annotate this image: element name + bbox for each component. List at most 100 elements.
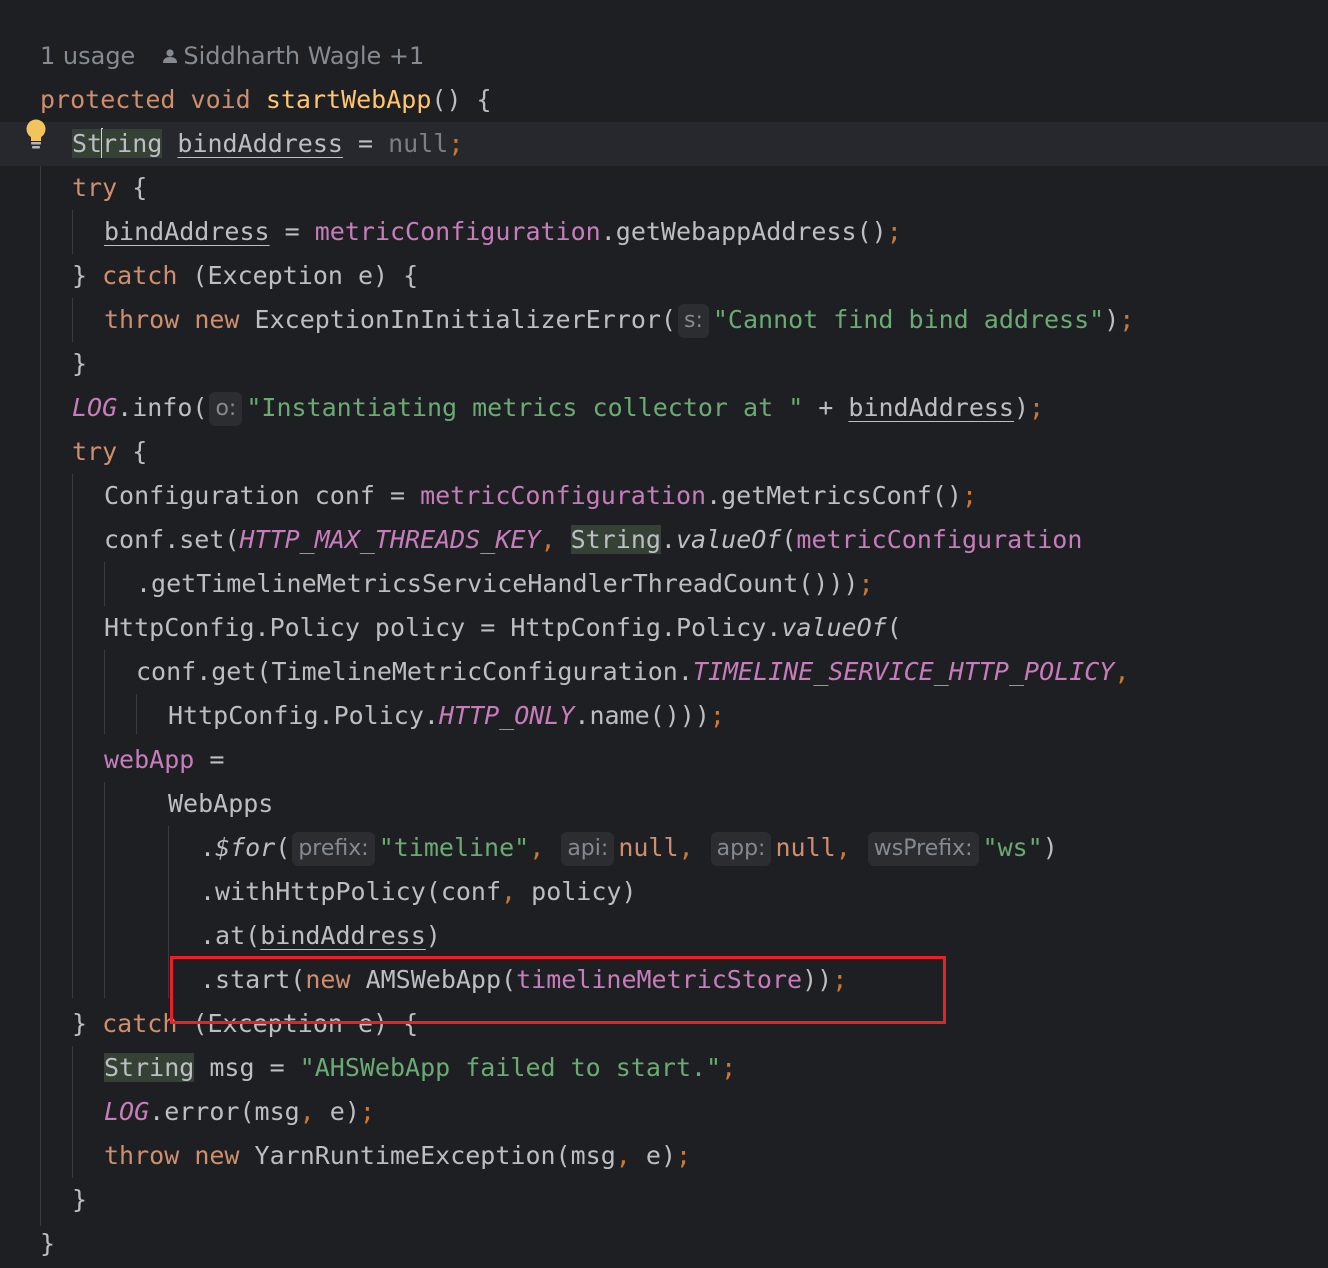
code-line[interactable]: WebApps: [0, 782, 1328, 826]
code-line[interactable]: }: [0, 342, 1328, 386]
code-line-text[interactable]: }: [72, 342, 87, 386]
code-token: $for: [215, 833, 276, 862]
code-token: (: [781, 525, 797, 554]
code-token: null: [388, 129, 449, 158]
code-line[interactable]: } catch (Exception e) {: [0, 254, 1328, 298]
code-token: webApp: [104, 745, 195, 774]
code-line[interactable]: try {: [0, 430, 1328, 474]
code-token: }: [40, 1229, 56, 1258]
code-line-text[interactable]: } catch (Exception e) {: [72, 254, 418, 298]
usages-hint[interactable]: 1 usage: [40, 42, 135, 70]
code-line[interactable]: HttpConfig.Policy policy = HttpConfig.Po…: [0, 606, 1328, 650]
code-token: ): [1013, 393, 1030, 422]
code-line-text[interactable]: bindAddress = metricConfiguration.getWeb…: [104, 210, 902, 254]
code-line-text[interactable]: throw new YarnRuntimeException(msg, e);: [104, 1134, 691, 1178]
code-line[interactable]: .withHttpPolicy(conf, policy): [0, 870, 1328, 914]
code-token: (: [886, 613, 902, 642]
code-token: Configuration conf =: [104, 481, 421, 510]
code-line[interactable]: webApp =: [0, 738, 1328, 782]
code-token: try: [72, 173, 118, 202]
code-line[interactable]: throw new YarnRuntimeException(msg, e);: [0, 1134, 1328, 1178]
code-line-text[interactable]: .start(new AMSWebApp(timelineMetricStore…: [200, 958, 847, 1002]
code-line-text[interactable]: } catch (Exception e) {: [72, 1002, 418, 1046]
code-line[interactable]: HttpConfig.Policy.HTTP_ONLY.name()));: [0, 694, 1328, 738]
code-line[interactable]: LOG.info(o: "Instantiating metrics collec…: [0, 386, 1328, 430]
code-token: }: [72, 1185, 88, 1214]
code-line-text[interactable]: WebApps: [168, 782, 273, 826]
parameter-hint: prefix:: [292, 832, 375, 866]
code-token: e): [645, 1141, 676, 1170]
code-token: bindAddress: [260, 921, 426, 950]
code-line[interactable]: String bindAddress = null;: [0, 122, 1328, 166]
code-line[interactable]: .$for(prefix: "timeline", api: null, app: n…: [0, 826, 1328, 870]
code-token: (Exception e) {: [177, 261, 419, 290]
code-line[interactable]: conf.set(HTTP_MAX_THREADS_KEY, String.va…: [0, 518, 1328, 562]
code-token: WebApps: [168, 789, 274, 818]
parameter-hint: wsPrefix:: [867, 832, 979, 866]
code-editor[interactable]: 1 usage Siddharth Wagle +1 protected void…: [0, 0, 1328, 1268]
code-token: String: [104, 1053, 195, 1082]
code-line-text[interactable]: LOG.info(o: "Instantiating metrics collec…: [72, 386, 1044, 430]
code-line[interactable]: }: [0, 1178, 1328, 1222]
code-token: AMSWebApp(: [350, 965, 517, 994]
code-token: null: [775, 833, 836, 862]
code-line[interactable]: String msg = "AHSWebApp failed to start.…: [0, 1046, 1328, 1090]
code-line-text[interactable]: LOG.error(msg, e);: [104, 1090, 375, 1134]
code-token: ;: [832, 965, 848, 994]
code-line[interactable]: .getTimelineMetricsServiceHandlerThreadC…: [0, 562, 1328, 606]
code-line[interactable]: try {: [0, 166, 1328, 210]
code-line[interactable]: .start(new AMSWebApp(timelineMetricStore…: [0, 958, 1328, 1002]
code-line[interactable]: protected void startWebApp() {: [0, 78, 1328, 122]
code-token: bindAddress: [848, 393, 1014, 422]
code-token: LOG: [72, 393, 118, 422]
code-token: ;: [721, 1053, 737, 1082]
code-line-text[interactable]: .getTimelineMetricsServiceHandlerThreadC…: [136, 562, 874, 606]
code-line-text[interactable]: try {: [72, 166, 147, 210]
code-line-text[interactable]: String bindAddress = null;: [72, 122, 463, 166]
code-line[interactable]: throw new ExceptionInInitializerError(s:…: [0, 298, 1328, 342]
code-line-text[interactable]: String msg = "AHSWebApp failed to start.…: [104, 1046, 736, 1090]
code-line-text[interactable]: .$for(prefix: "timeline", api: null, app: n…: [200, 826, 1058, 870]
code-line-text[interactable]: conf.set(HTTP_MAX_THREADS_KEY, String.va…: [104, 518, 1082, 562]
code-line[interactable]: bindAddress = metricConfiguration.getWeb…: [0, 210, 1328, 254]
code-token: }: [72, 261, 103, 290]
code-token: YarnRuntimeException(msg: [239, 1141, 616, 1170]
code-line-text[interactable]: conf.get(TimelineMetricConfiguration.TIM…: [136, 650, 1129, 694]
code-token: conf.set(: [104, 525, 240, 554]
code-line[interactable]: conf.get(TimelineMetricConfiguration.TIM…: [0, 650, 1328, 694]
code-token: "AHSWebApp failed to start.": [299, 1053, 722, 1082]
code-line-text[interactable]: throw new ExceptionInInitializerError(s:…: [104, 298, 1134, 342]
code-line-text[interactable]: }: [40, 1222, 55, 1266]
lightbulb-icon[interactable]: [22, 118, 50, 154]
code-line-text[interactable]: Configuration conf = metricConfiguration…: [104, 474, 977, 518]
code-line-text[interactable]: HttpConfig.Policy policy = HttpConfig.Po…: [104, 606, 902, 650]
code-line[interactable]: } catch (Exception e) {: [0, 1002, 1328, 1046]
code-token: bindAddress: [104, 217, 270, 246]
code-line[interactable]: Configuration conf = metricConfiguration…: [0, 474, 1328, 518]
code-line-text[interactable]: }: [72, 1178, 87, 1222]
code-line-text[interactable]: protected void startWebApp() {: [40, 78, 492, 122]
code-token: ,: [540, 525, 571, 554]
authors-hint[interactable]: Siddharth Wagle +1: [183, 42, 424, 70]
code-line-text[interactable]: HttpConfig.Policy.HTTP_ONLY.name()));: [168, 694, 725, 738]
code-token: catch: [102, 1009, 178, 1038]
code-line-text[interactable]: webApp =: [104, 738, 224, 782]
code-token: LOG: [104, 1097, 150, 1126]
parameter-hint: app:: [710, 832, 772, 866]
code-token: "timeline": [378, 833, 530, 862]
code-token: TIMELINE_SERVICE_HTTP_POLICY: [692, 657, 1115, 686]
code-line-text[interactable]: .at(bindAddress): [200, 914, 441, 958]
code-line-text[interactable]: .withHttpPolicy(conf, policy): [200, 870, 637, 914]
code-line[interactable]: .at(bindAddress): [0, 914, 1328, 958]
code-token: "Instantiating metrics collector at ": [246, 393, 804, 422]
code-token: ;: [858, 569, 874, 598]
code-line-text[interactable]: try {: [72, 430, 147, 474]
code-token: ): [1042, 833, 1058, 862]
code-token: ;: [709, 701, 725, 730]
code-line[interactable]: LOG.error(msg, e);: [0, 1090, 1328, 1134]
code-token: .at(: [200, 921, 261, 950]
code-line[interactable]: }: [0, 1222, 1328, 1266]
